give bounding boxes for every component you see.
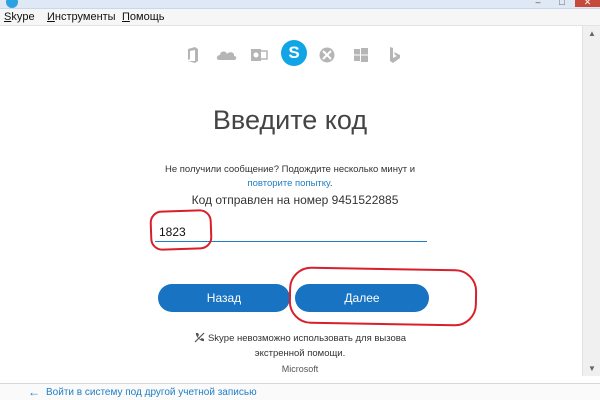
emergency-disclaimer: Skype невозможно использовать для вызова… bbox=[180, 331, 420, 361]
menu-skype[interactable]: Skype bbox=[4, 11, 35, 23]
menu-help[interactable]: Помощь bbox=[122, 11, 165, 23]
scroll-up-arrow-icon[interactable]: ▲ bbox=[588, 29, 596, 38]
code-sent-label: Код отправлен на номер 9451522885 bbox=[191, 193, 399, 207]
back-button[interactable]: Назад bbox=[158, 284, 290, 312]
vertical-scrollbar[interactable]: ▲ ▼ bbox=[582, 26, 600, 376]
resend-note-text: Не получили сообщение? Подождите несколь… bbox=[164, 164, 416, 175]
close-button[interactable]: ✕ bbox=[575, 0, 600, 7]
other-account-link[interactable]: Войти в систему под другой учетной запис… bbox=[46, 387, 257, 398]
maximize-button[interactable]: □ bbox=[552, 0, 572, 7]
minimize-button[interactable]: – bbox=[528, 0, 548, 7]
no-emergency-call-icon bbox=[194, 332, 205, 343]
page-title: Введите код bbox=[212, 105, 368, 135]
disclaimer-line1: Skype невозможно использовать для вызова bbox=[207, 333, 407, 344]
title-bar: – □ ✕ bbox=[0, 0, 600, 9]
arrow-left-icon[interactable]: ← bbox=[28, 385, 40, 399]
bing-icon bbox=[385, 46, 403, 64]
microsoft-footer: Microsoft bbox=[281, 364, 319, 374]
windows-icon bbox=[352, 46, 370, 64]
scroll-down-arrow-icon[interactable]: ▼ bbox=[588, 364, 596, 373]
menu-bar: Skype Инструменты Помощь bbox=[0, 9, 600, 26]
skype-app-icon bbox=[6, 0, 18, 8]
next-button[interactable]: Далее bbox=[295, 284, 429, 312]
skype-icon: S bbox=[281, 40, 307, 66]
xbox-icon bbox=[318, 46, 336, 64]
bottom-bar: ← Войти в систему под другой учетной зап… bbox=[0, 383, 600, 400]
retry-link-period: . bbox=[329, 178, 333, 189]
code-input[interactable] bbox=[155, 222, 427, 242]
office-icon bbox=[184, 46, 202, 64]
retry-link[interactable]: повторите попытку bbox=[247, 178, 329, 189]
menu-tools[interactable]: Инструменты bbox=[47, 11, 116, 23]
microsoft-services-row: S bbox=[180, 40, 420, 68]
disclaimer-line2: экстренной помощи. bbox=[254, 348, 346, 359]
onedrive-icon bbox=[216, 46, 238, 64]
resend-note: Не получили сообщение? Подождите несколь… bbox=[140, 163, 440, 191]
outlook-icon bbox=[250, 46, 268, 64]
